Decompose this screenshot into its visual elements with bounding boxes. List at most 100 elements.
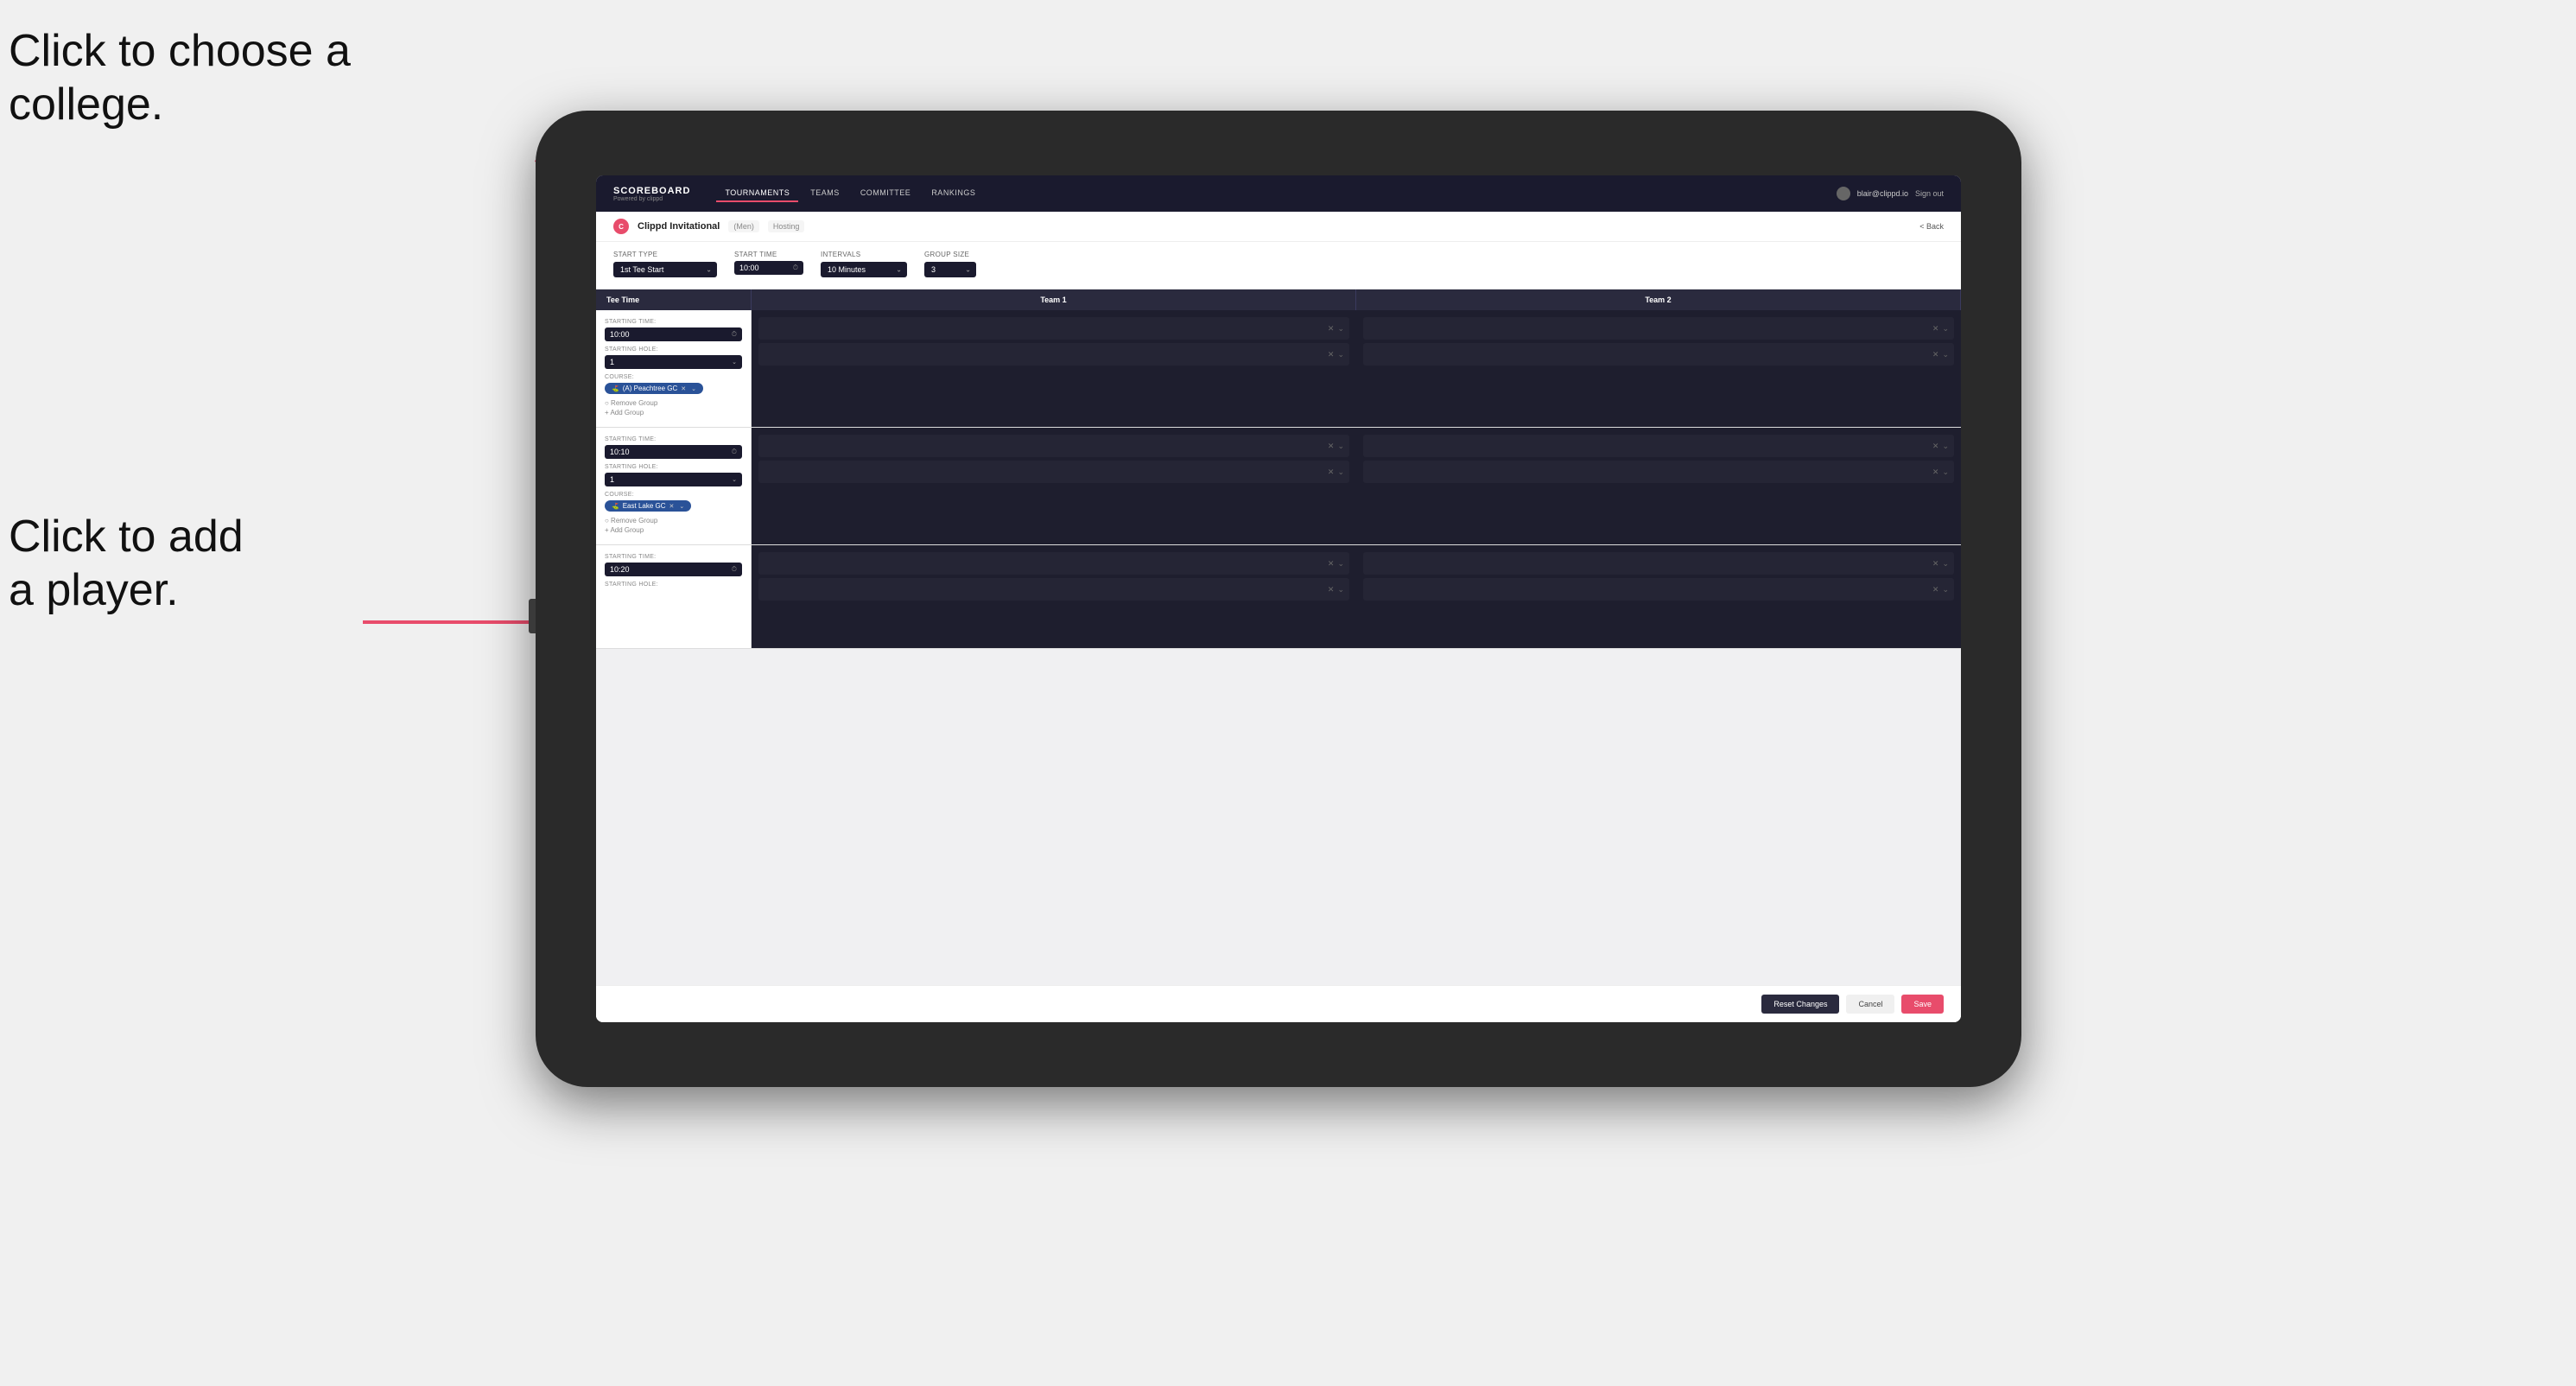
course-tag-2[interactable]: ⛳ East Lake GC ✕ ⌄ (605, 500, 691, 512)
nav-link-committee[interactable]: COMMITTEE (852, 185, 920, 202)
team1-cell-2: ✕ ⌄ ✕ ⌄ (752, 428, 1356, 544)
start-type-group: Start Type 1st Tee Start (613, 251, 717, 280)
user-email: blair@clippd.io (1857, 189, 1908, 198)
player-chevron-icon[interactable]: ⌄ (1337, 324, 1344, 334)
player-slot-5-1[interactable]: ✕ ⌄ (758, 552, 1349, 575)
tee-time-left-3: STARTING TIME: 10:20 ⏱ STARTING HOLE: (596, 545, 752, 648)
course-name-2: East Lake GC (623, 502, 666, 510)
nav-link-rankings[interactable]: RANKINGS (923, 185, 984, 202)
player-slot-2-1[interactable]: ✕ ⌄ (1363, 317, 1954, 340)
clippd-logo: C (613, 219, 629, 234)
save-button[interactable]: Save (1901, 995, 1944, 1014)
starting-time-input-2[interactable]: 10:10 ⏱ (605, 445, 742, 459)
start-time-group: Start Time 10:00 ⏱ (734, 251, 803, 280)
time-icon-2: ⏱ (732, 448, 737, 456)
group-size-wrapper: 3 (924, 261, 976, 277)
table-row: STARTING TIME: 10:00 ⏱ STARTING HOLE: 1 … (596, 310, 1961, 428)
player-slot-1-2[interactable]: ✕ ⌄ (758, 343, 1349, 366)
starting-hole-select-2[interactable]: 1 ⌄ (605, 473, 742, 486)
player-slot-4-2[interactable]: ✕ ⌄ (1363, 461, 1954, 483)
course-label-1: COURSE: (605, 374, 742, 380)
reset-button[interactable]: Reset Changes (1761, 995, 1839, 1014)
course-tag-1[interactable]: ⛳ (A) Peachtree GC ✕ ⌄ (605, 383, 703, 394)
sign-out-link[interactable]: Sign out (1915, 189, 1944, 198)
starting-time-label-2: STARTING TIME: (605, 436, 742, 442)
player-x-icon-2[interactable]: ✕ (1328, 350, 1335, 359)
player-slot-4-1[interactable]: ✕ ⌄ (1363, 435, 1954, 457)
remove-group-1[interactable]: ○ Remove Group (605, 399, 742, 407)
starting-hole-label-3: STARTING HOLE: (605, 582, 742, 588)
course-remove-1[interactable]: ✕ (681, 385, 686, 392)
table-row: STARTING TIME: 10:10 ⏱ STARTING HOLE: 1 … (596, 428, 1961, 545)
table-row: STARTING TIME: 10:20 ⏱ STARTING HOLE: ✕ … (596, 545, 1961, 649)
team2-cell-2: ✕ ⌄ ✕ ⌄ (1356, 428, 1961, 544)
course-tag-icon-1: ⛳ (612, 385, 619, 392)
player-slot-2-2[interactable]: ✕ ⌄ (1363, 343, 1954, 366)
player-slot-3-1[interactable]: ✕ ⌄ (758, 435, 1349, 457)
starting-hole-select-1[interactable]: 1 ⌄ (605, 355, 742, 369)
course-tag-icon-2: ⛳ (612, 503, 619, 510)
tablet-side-button (529, 599, 536, 633)
start-type-select[interactable]: 1st Tee Start (613, 262, 717, 277)
page-gender: (Men) (728, 220, 759, 232)
player-slot-3-2[interactable]: ✕ ⌄ (758, 461, 1349, 483)
tee-time-left-1: STARTING TIME: 10:00 ⏱ STARTING HOLE: 1 … (596, 310, 752, 427)
team1-cell-3: ✕ ⌄ ✕ ⌄ (752, 545, 1356, 648)
player-slot-6-1[interactable]: ✕ ⌄ (1363, 552, 1954, 575)
table-body: STARTING TIME: 10:00 ⏱ STARTING HOLE: 1 … (596, 310, 1961, 985)
player-slot-1-1[interactable]: ✕ ⌄ (758, 317, 1349, 340)
intervals-select[interactable]: 10 Minutes (821, 262, 907, 277)
player-x-icon[interactable]: ✕ (1328, 324, 1335, 334)
brand-title: SCOREBOARD (613, 186, 690, 196)
player-chevron-icon-4[interactable]: ⌄ (1942, 350, 1949, 359)
course-chevron-1[interactable]: ⌄ (691, 385, 696, 392)
tablet-screen: SCOREBOARD Powered by clippd TOURNAMENTS… (596, 175, 1961, 1022)
add-group-1[interactable]: + Add Group (605, 409, 742, 416)
nav-link-tournaments[interactable]: TOURNAMENTS (716, 185, 798, 202)
player-x-icon-4[interactable]: ✕ (1932, 350, 1939, 359)
start-time-label: Start Time (734, 251, 803, 258)
table-header: Tee Time Team 1 Team 2 (596, 289, 1961, 310)
start-time-input[interactable]: 10:00 ⏱ (734, 261, 803, 275)
starting-time-input-1[interactable]: 10:00 ⏱ (605, 327, 742, 341)
cancel-button[interactable]: Cancel (1846, 995, 1894, 1014)
course-label-2: COURSE: (605, 492, 742, 498)
starting-time-label-3: STARTING TIME: (605, 554, 742, 560)
back-button[interactable]: < Back (1919, 222, 1944, 231)
clock-icon: ⏱ (793, 264, 798, 272)
player-slot-6-2[interactable]: ✕ ⌄ (1363, 578, 1954, 601)
start-type-label: Start Type (613, 251, 717, 258)
annotation-add-player: Click to add a player. (9, 510, 244, 618)
team1-cell-1: ✕ ⌄ ✕ ⌄ (752, 310, 1356, 427)
starting-hole-label-1: STARTING HOLE: (605, 346, 742, 353)
page-title: Clippd Invitational (638, 221, 720, 232)
player-slot-actions-2-1: ✕ ⌄ (1932, 324, 1949, 334)
col-team2: Team 2 (1356, 289, 1961, 310)
group-size-select[interactable]: 3 (924, 262, 976, 277)
add-group-2[interactable]: + Add Group (605, 526, 742, 534)
team2-cell-1: ✕ ⌄ ✕ ⌄ (1356, 310, 1961, 427)
start-type-wrapper: 1st Tee Start (613, 261, 717, 277)
starting-hole-label-2: STARTING HOLE: (605, 464, 742, 470)
player-chevron-icon-3[interactable]: ⌄ (1942, 324, 1949, 334)
player-chevron-icon-2[interactable]: ⌄ (1337, 350, 1344, 359)
player-slot-5-2[interactable]: ✕ ⌄ (758, 578, 1349, 601)
course-chevron-2[interactable]: ⌄ (679, 503, 684, 510)
remove-group-2[interactable]: ○ Remove Group (605, 517, 742, 525)
page-title-row: C Clippd Invitational (Men) Hosting (613, 219, 804, 234)
intervals-label: Intervals (821, 251, 907, 258)
player-x-icon-3[interactable]: ✕ (1932, 324, 1939, 334)
nav-link-teams[interactable]: TEAMS (802, 185, 848, 202)
player-slot-actions-1-1: ✕ ⌄ (1328, 324, 1344, 334)
annotation-choose-college: Click to choose a college. (9, 24, 351, 132)
tee-time-left-2: STARTING TIME: 10:10 ⏱ STARTING HOLE: 1 … (596, 428, 752, 544)
player-slot-actions-1-2: ✕ ⌄ (1328, 350, 1344, 359)
intervals-group: Intervals 10 Minutes (821, 251, 907, 280)
col-tee-time: Tee Time (596, 289, 752, 310)
user-avatar (1837, 187, 1850, 200)
course-remove-2[interactable]: ✕ (669, 503, 675, 510)
nav-bar: SCOREBOARD Powered by clippd TOURNAMENTS… (596, 175, 1961, 212)
starting-time-input-3[interactable]: 10:20 ⏱ (605, 563, 742, 576)
content-area: Start Type 1st Tee Start Start Time 10:0… (596, 242, 1961, 1022)
nav-links: TOURNAMENTS TEAMS COMMITTEE RANKINGS (716, 185, 1836, 202)
